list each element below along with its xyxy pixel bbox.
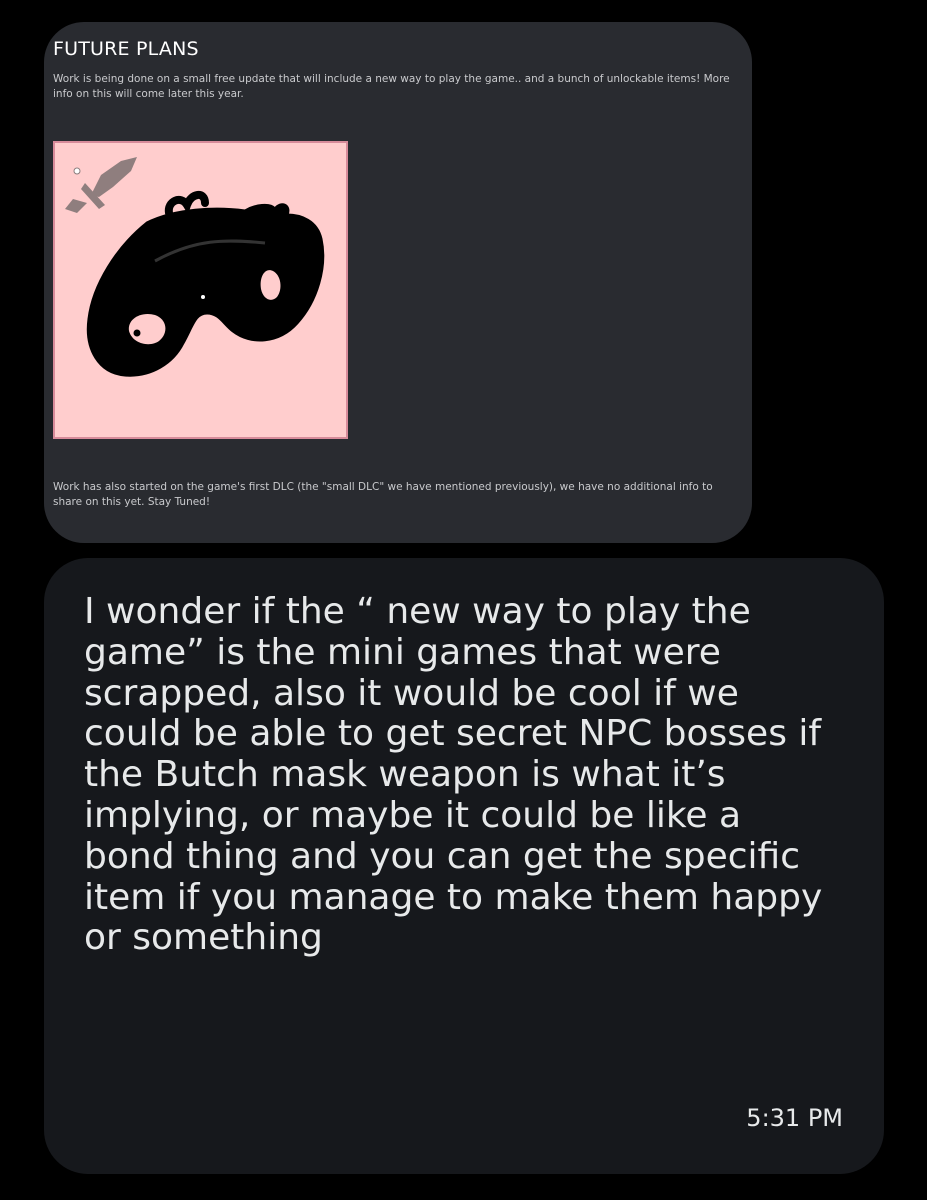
message-bubble[interactable]: I wonder if the “ new way to play the ga… <box>44 558 884 1174</box>
post-image <box>53 141 348 439</box>
dagger-icon <box>65 157 137 213</box>
message-timestamp: 5:31 PM <box>746 1104 843 1132</box>
message-text: I wonder if the “ new way to play the ga… <box>84 591 823 959</box>
mask-icon <box>86 191 325 377</box>
mask-illustration <box>65 157 325 377</box>
post-paragraph: Work is being done on a small free updat… <box>53 73 730 100</box>
shared-post-bubble[interactable]: FUTURE PLANS Work is being done on a sma… <box>44 22 752 543</box>
post-paragraph: Work has also started on the game's firs… <box>53 481 713 508</box>
post-title: FUTURE PLANS <box>53 38 199 60</box>
